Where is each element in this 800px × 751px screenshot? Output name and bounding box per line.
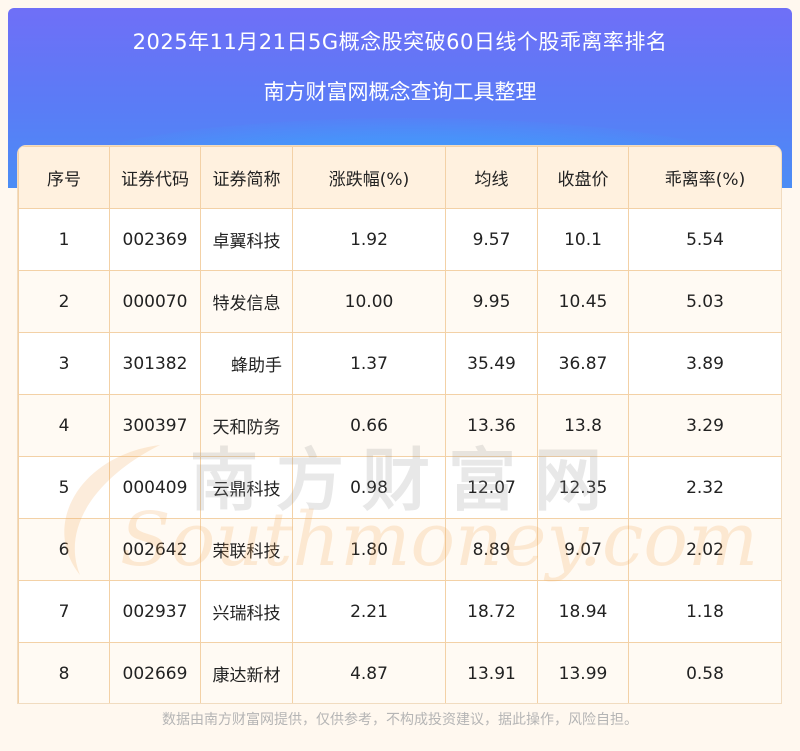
- table-body: 1 002369 卓翼科技 1.92 9.57 10.1 5.54 2 000070 特发信息 10…: [18, 208, 781, 703]
- table-cell: 康达新材: [200, 642, 293, 703]
- table-cell: 2.32: [628, 456, 781, 519]
- table-row: 6 002642 荣联科技 1.80 8.89 9.07 2.02: [18, 518, 781, 581]
- table-cell: 002369: [109, 208, 201, 271]
- table-cell: 1.80: [292, 518, 446, 581]
- table-cell: 3.89: [628, 332, 781, 395]
- table-cell: 9.95: [445, 270, 538, 333]
- data-table-card: 序号 证券代码 证券简称 涨跌幅(%) 均线 收盘价 乖离率(%) 1 002369 卓翼科技 1…: [18, 146, 781, 703]
- column-header: 证券代码: [109, 146, 201, 209]
- table-cell: 6: [18, 518, 110, 581]
- table-row: 7 002937 兴瑞科技 2.21 18.72 18.94 1.18: [18, 580, 781, 643]
- table-cell: 1.92: [292, 208, 446, 271]
- table-cell: 5.54: [628, 208, 781, 271]
- table-row: 3 301382 蜂助手 1.37 35.49 36.87 3.89: [18, 332, 781, 395]
- table-cell: 13.8: [537, 394, 629, 457]
- page-subtitle: 南方财富网概念查询工具整理: [263, 80, 537, 104]
- table-cell: 3: [18, 332, 110, 395]
- column-header: 序号: [18, 146, 110, 209]
- column-header: 涨跌幅(%): [292, 146, 446, 209]
- table-cell: 18.72: [445, 580, 538, 643]
- table-cell: 0.66: [292, 394, 446, 457]
- table-cell: 13.36: [445, 394, 538, 457]
- column-header: 证券简称: [200, 146, 293, 209]
- table-cell: 5.03: [628, 270, 781, 333]
- column-header: 均线: [445, 146, 538, 209]
- table-cell: 000070: [109, 270, 201, 333]
- table-cell: 2.02: [628, 518, 781, 581]
- page-title: 2025年11月21日5G概念股突破60日线个股乖离率排名: [132, 30, 668, 54]
- table-cell: 1: [18, 208, 110, 271]
- table-cell: 35.49: [445, 332, 538, 395]
- table-row: 2 000070 特发信息 10.00 9.95 10.45 5.03: [18, 270, 781, 333]
- table-cell: 5: [18, 456, 110, 519]
- footer-disclaimer: 数据由南方财富网提供，仅供参考，不构成投资建议，据此操作，风险自担。: [162, 712, 638, 728]
- table-cell: 4.87: [292, 642, 446, 703]
- table-cell: 7: [18, 580, 110, 643]
- table-cell: 10.1: [537, 208, 629, 271]
- table-cell: 9.07: [537, 518, 629, 581]
- table-cell: 10.45: [537, 270, 629, 333]
- table-cell: 2.21: [292, 580, 446, 643]
- column-header: 收盘价: [537, 146, 629, 209]
- table-cell: 000409: [109, 456, 201, 519]
- table-cell: 蜂助手: [200, 332, 293, 395]
- table-row: 4 300397 天和防务 0.66 13.36 13.8 3.29: [18, 394, 781, 457]
- table-cell: 云鼎科技: [200, 456, 293, 519]
- table-cell: 9.57: [445, 208, 538, 271]
- table-row: 5 000409 云鼎科技 0.98 12.07 12.35 2.32: [18, 456, 781, 519]
- table-header-row: 序号 证券代码 证券简称 涨跌幅(%) 均线 收盘价 乖离率(%): [18, 146, 781, 209]
- table-cell: 0.98: [292, 456, 446, 519]
- table-row: 1 002369 卓翼科技 1.92 9.57 10.1 5.54: [18, 208, 781, 271]
- table-cell: 300397: [109, 394, 201, 457]
- table-cell: 13.91: [445, 642, 538, 703]
- table-cell: 2: [18, 270, 110, 333]
- table-cell: 特发信息: [200, 270, 293, 333]
- table-cell: 12.35: [537, 456, 629, 519]
- table-cell: 002642: [109, 518, 201, 581]
- table-cell: 13.99: [537, 642, 629, 703]
- table-cell: 天和防务: [200, 394, 293, 457]
- column-header: 乖离率(%): [628, 146, 781, 209]
- table-cell: 8.89: [445, 518, 538, 581]
- table-cell: 18.94: [537, 580, 629, 643]
- table-row: 8 002669 康达新材 4.87 13.91 13.99 0.58: [18, 642, 781, 703]
- table-cell: 002937: [109, 580, 201, 643]
- table-cell: 10.00: [292, 270, 446, 333]
- table-cell: 36.87: [537, 332, 629, 395]
- table-cell: 荣联科技: [200, 518, 293, 581]
- table-cell: 兴瑞科技: [200, 580, 293, 643]
- table-cell: 12.07: [445, 456, 538, 519]
- table-cell: 301382: [109, 332, 201, 395]
- table-cell: 4: [18, 394, 110, 457]
- table-cell: 1.37: [292, 332, 446, 395]
- table-cell: 002669: [109, 642, 201, 703]
- ranking-table: 序号 证券代码 证券简称 涨跌幅(%) 均线 收盘价 乖离率(%) 1 002369 卓翼科技 1…: [18, 146, 781, 703]
- table-cell: 0.58: [628, 642, 781, 703]
- table-cell: 1.18: [628, 580, 781, 643]
- table-cell: 3.29: [628, 394, 781, 457]
- table-cell: 卓翼科技: [200, 208, 293, 271]
- table-cell: 8: [18, 642, 110, 703]
